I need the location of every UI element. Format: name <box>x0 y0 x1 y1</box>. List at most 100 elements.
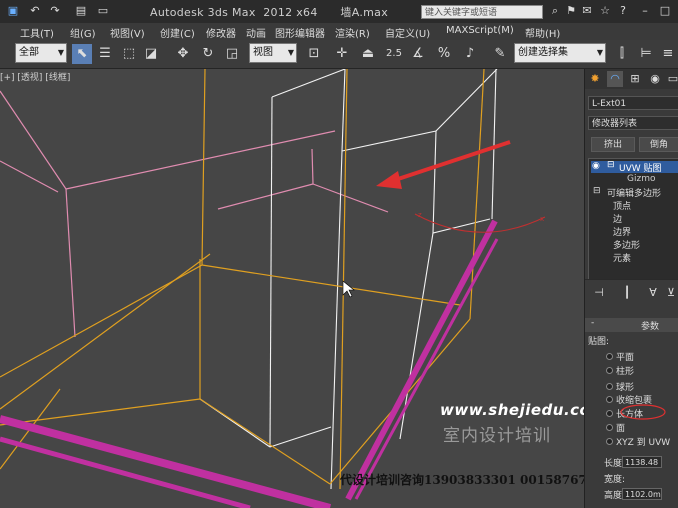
menu-animation[interactable]: 动画 <box>246 25 266 40</box>
pin-stack-icon[interactable]: ⊣ <box>591 285 607 301</box>
mapping-option-spherical[interactable]: 球形 <box>605 380 634 393</box>
favorites-icon[interactable]: ☆ <box>598 4 612 18</box>
snap-toggle-icon[interactable]: 2.5 <box>384 44 404 64</box>
menu-graph-editors[interactable]: 图形编辑器 <box>275 25 325 40</box>
layer-manager-icon[interactable]: ≡ <box>658 44 678 64</box>
viewport-label[interactable]: [+] [透视] [线框] <box>0 70 70 83</box>
reference-coord-dropdown[interactable]: 视图 ▼ <box>249 43 297 63</box>
stack-subitem-element[interactable]: 元素 <box>613 251 631 264</box>
remove-modifier-icon[interactable]: ⊻ <box>663 285 678 301</box>
display-tab-icon[interactable]: ▭ <box>665 71 678 87</box>
align-icon[interactable]: ⊨ <box>636 44 656 64</box>
motion-tab-icon[interactable]: ◉ <box>647 71 663 87</box>
named-selection-dropdown[interactable]: 创建选择集 ▼ <box>514 43 606 63</box>
menu-tools[interactable]: 工具(T) <box>20 25 54 40</box>
keyboard-shortcut-icon[interactable]: ⏏ <box>358 44 378 64</box>
create-tab-icon[interactable]: ✸ <box>587 71 603 87</box>
mapping-group-label: 贴图: <box>588 337 610 347</box>
extrude-button[interactable]: 挤出 <box>591 137 635 152</box>
annotation-arrow-icon <box>376 140 511 189</box>
menu-group[interactable]: 组(G) <box>70 25 96 40</box>
edit-named-selection-icon[interactable]: ✎ <box>490 44 510 64</box>
modifier-list-dropdown[interactable]: 修改器列表 <box>588 116 678 130</box>
chevron-down-icon: ▼ <box>287 48 294 57</box>
move-icon[interactable]: ✥ <box>173 44 193 64</box>
selection-filter-value: 全部 <box>19 47 39 58</box>
watermark-url: www.shejiedu.com <box>440 401 584 419</box>
title-bar: ▣ ↶ ↷ ▤ ▭ Autodesk 3ds Max 2012 x64 墙A.m… <box>0 0 678 24</box>
chevron-down-icon: ▼ <box>57 48 64 57</box>
undo-icon[interactable]: ↶ <box>28 4 42 18</box>
select-object-icon[interactable]: ⬉ <box>72 44 92 64</box>
modifier-stack[interactable]: ◉ ⊟ UVW 贴图 Gizmo ⊟ 可编辑多边形 顶点 边 边界 多边形 元素 <box>588 158 678 280</box>
main-toolbar: 全部 ▼ ⬉ ☰ ⬚ ◪ ✥ ↻ ◲ 视图 ▼ ⊡ ✛ ⏏ 2.5 ∡ % ♪ ✎ … <box>0 40 678 69</box>
mirror-icon[interactable]: ⫿ <box>612 44 632 64</box>
menu-modifiers[interactable]: 修改器 <box>206 25 236 40</box>
pivot-center-icon[interactable]: ⊡ <box>304 44 324 64</box>
window-title: Autodesk 3ds Max 2012 x64 墙A.max <box>150 6 389 19</box>
box-option-highlight <box>620 404 666 420</box>
selection-filter-dropdown[interactable]: 全部 ▼ <box>15 43 67 63</box>
search-icon[interactable]: ⌕ <box>548 4 562 18</box>
rollout-title: 参数 <box>641 322 660 332</box>
minimize-icon[interactable]: – <box>638 4 652 18</box>
make-unique-icon[interactable]: ∀ <box>645 285 661 301</box>
percent-snap-icon[interactable]: % <box>434 44 454 64</box>
stack-subitem-border[interactable]: 边界 <box>613 225 631 238</box>
chevron-down-icon: ▼ <box>596 48 603 57</box>
select-by-name-icon[interactable]: ☰ <box>95 44 115 64</box>
search-input[interactable]: 键入关键字或短语 <box>421 5 543 19</box>
menu-maxscript[interactable]: MAXScript(M) <box>446 25 514 36</box>
spinner-snap-icon[interactable]: ♪ <box>460 44 480 64</box>
stack-subitem-edge[interactable]: 边 <box>613 212 622 225</box>
width-label: 宽度: <box>604 475 626 485</box>
mapping-option-cylindrical[interactable]: 柱形 <box>605 364 634 377</box>
scale-icon[interactable]: ◲ <box>222 44 242 64</box>
menu-help[interactable]: 帮助(H) <box>525 25 560 40</box>
redo-icon[interactable]: ↷ <box>48 4 62 18</box>
app-logo-icon[interactable]: ▣ <box>6 4 20 18</box>
menu-rendering[interactable]: 渲染(R) <box>335 25 370 40</box>
open-icon[interactable]: ▤ <box>74 4 88 18</box>
menu-view[interactable]: 视图(V) <box>110 25 145 40</box>
object-name-field[interactable]: L-Ext01 <box>588 96 678 110</box>
length-field[interactable]: 1138.48 <box>622 456 662 468</box>
maximize-icon[interactable]: □ <box>658 4 672 18</box>
show-end-result-icon[interactable]: ┃ <box>619 285 635 301</box>
hierarchy-tab-icon[interactable]: ⊞ <box>627 71 643 87</box>
reference-coord-value: 视图 <box>253 47 273 58</box>
rotate-icon[interactable]: ↻ <box>198 44 218 64</box>
stack-tools-bar: ⊣ ┃ ∀ ⊻ <box>585 279 678 306</box>
mapping-option-xyz-uvw[interactable]: XYZ 到 UVW <box>605 435 670 448</box>
stack-subitem-polygon[interactable]: 多边形 <box>613 238 640 251</box>
stack-item-editpoly[interactable]: 可编辑多边形 <box>607 186 661 199</box>
subscription-icon[interactable]: ⚑ <box>564 4 578 18</box>
modify-tab-icon[interactable]: ◠ <box>607 71 623 87</box>
menu-create[interactable]: 创建(C) <box>160 25 195 40</box>
mapping-option-face[interactable]: 面 <box>605 421 625 434</box>
watermark-text: 室内设计培训 <box>443 426 551 446</box>
menu-bar: 工具(T) 组(G) 视图(V) 创建(C) 修改器 动画 图形编辑器 渲染(R… <box>0 23 678 41</box>
rectangular-selection-icon[interactable]: ⬚ <box>119 44 139 64</box>
svg-text:z: z <box>418 211 422 219</box>
communication-icon[interactable]: ✉ <box>580 4 594 18</box>
perspective-viewport[interactable]: z x [+] [透视] [线框] www.shejiedu.com 室内设计培… <box>0 69 584 508</box>
bevel-button[interactable]: 倒角 <box>639 137 678 152</box>
save-icon[interactable]: ▭ <box>96 4 110 18</box>
select-manipulate-icon[interactable]: ✛ <box>332 44 352 64</box>
lightbulb-icon[interactable]: ◉ <box>592 161 600 171</box>
help-icon[interactable]: ? <box>616 4 630 18</box>
stack-item-gizmo[interactable]: Gizmo <box>627 174 655 184</box>
angle-snap-icon[interactable]: ∡ <box>408 44 428 64</box>
window-crossing-icon[interactable]: ◪ <box>141 44 161 64</box>
stack-item-uvw-label: UVW 贴图 <box>619 164 662 174</box>
expand-icon[interactable]: ⊟ <box>607 160 615 170</box>
stack-subitem-vertex[interactable]: 顶点 <box>613 199 631 212</box>
height-field[interactable]: 1102.0m <box>622 488 662 500</box>
command-panel-tabs: ✸ ◠ ⊞ ◉ ▭ <box>585 69 678 89</box>
mapping-option-planar[interactable]: 平面 <box>605 350 634 363</box>
menu-customize[interactable]: 自定义(U) <box>385 25 430 40</box>
parameters-rollout-header[interactable]: - 参数 <box>585 318 678 332</box>
collapse-icon: - <box>591 318 595 328</box>
expand-icon[interactable]: ⊟ <box>593 186 601 196</box>
